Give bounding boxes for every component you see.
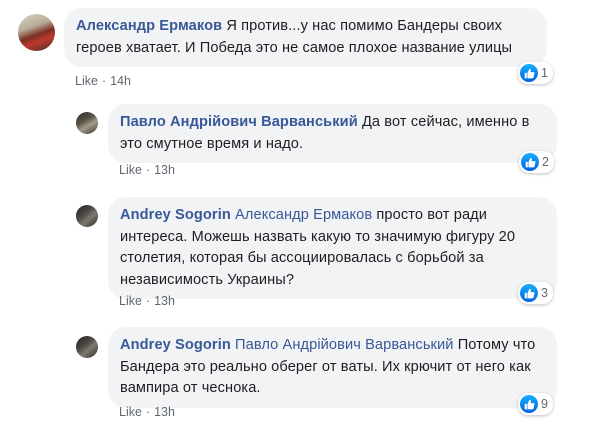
like-link[interactable]: Like	[119, 163, 142, 177]
reaction-badge[interactable]: 2	[519, 151, 554, 173]
like-link[interactable]: Like	[119, 405, 142, 419]
like-link[interactable]: Like	[75, 74, 98, 88]
thumbs-up-icon	[521, 153, 539, 171]
comment-meta: Like · 13h	[119, 294, 175, 308]
comment-meta: Like · 13h	[119, 405, 175, 419]
reaction-badge[interactable]: 3	[518, 282, 553, 304]
comment-bubble: Andrey Sogorin Павло Андрійович Варвансь…	[108, 327, 557, 408]
timestamp[interactable]: 13h	[154, 405, 175, 419]
reaction-badge[interactable]: 1	[518, 62, 553, 84]
thumbs-up-icon	[520, 64, 538, 82]
timestamp[interactable]: 14h	[110, 74, 131, 88]
thumbs-up-icon	[520, 284, 538, 302]
timestamp[interactable]: 13h	[154, 163, 175, 177]
comment-bubble: Александр Ермаков Я против...у нас помим…	[64, 8, 547, 67]
mention-link[interactable]: Александр Ермаков	[235, 207, 372, 223]
avatar[interactable]	[18, 14, 55, 51]
reaction-count: 9	[541, 397, 548, 411]
reaction-count: 3	[541, 286, 548, 300]
comment-author[interactable]: Александр Ермаков	[76, 18, 222, 34]
comment-bubble: Павло Андрійович Варванський Да вот сейч…	[108, 104, 557, 163]
comment-meta: Like · 13h	[119, 163, 175, 177]
avatar[interactable]	[76, 205, 98, 227]
comment-bubble: Andrey Sogorin Александр Ермаков просто …	[108, 197, 557, 299]
separator-dot: ·	[101, 74, 107, 88]
comment-author[interactable]: Andrey Sogorin	[120, 337, 231, 353]
separator-dot: ·	[145, 294, 151, 308]
comment-author[interactable]: Павло Андрійович Варванський	[120, 114, 358, 130]
separator-dot: ·	[145, 163, 151, 177]
timestamp[interactable]: 13h	[154, 294, 175, 308]
mention-link[interactable]: Павло Андрійович Варванський	[235, 337, 454, 353]
reaction-count: 1	[541, 66, 548, 80]
separator-dot: ·	[145, 405, 151, 419]
like-link[interactable]: Like	[119, 294, 142, 308]
comment-author[interactable]: Andrey Sogorin	[120, 207, 231, 223]
avatar[interactable]	[76, 112, 98, 134]
reaction-badge[interactable]: 9	[518, 393, 553, 415]
reaction-count: 2	[542, 155, 549, 169]
avatar[interactable]	[76, 336, 98, 358]
thumbs-up-icon	[520, 395, 538, 413]
comment-meta: Like · 14h	[75, 74, 131, 88]
